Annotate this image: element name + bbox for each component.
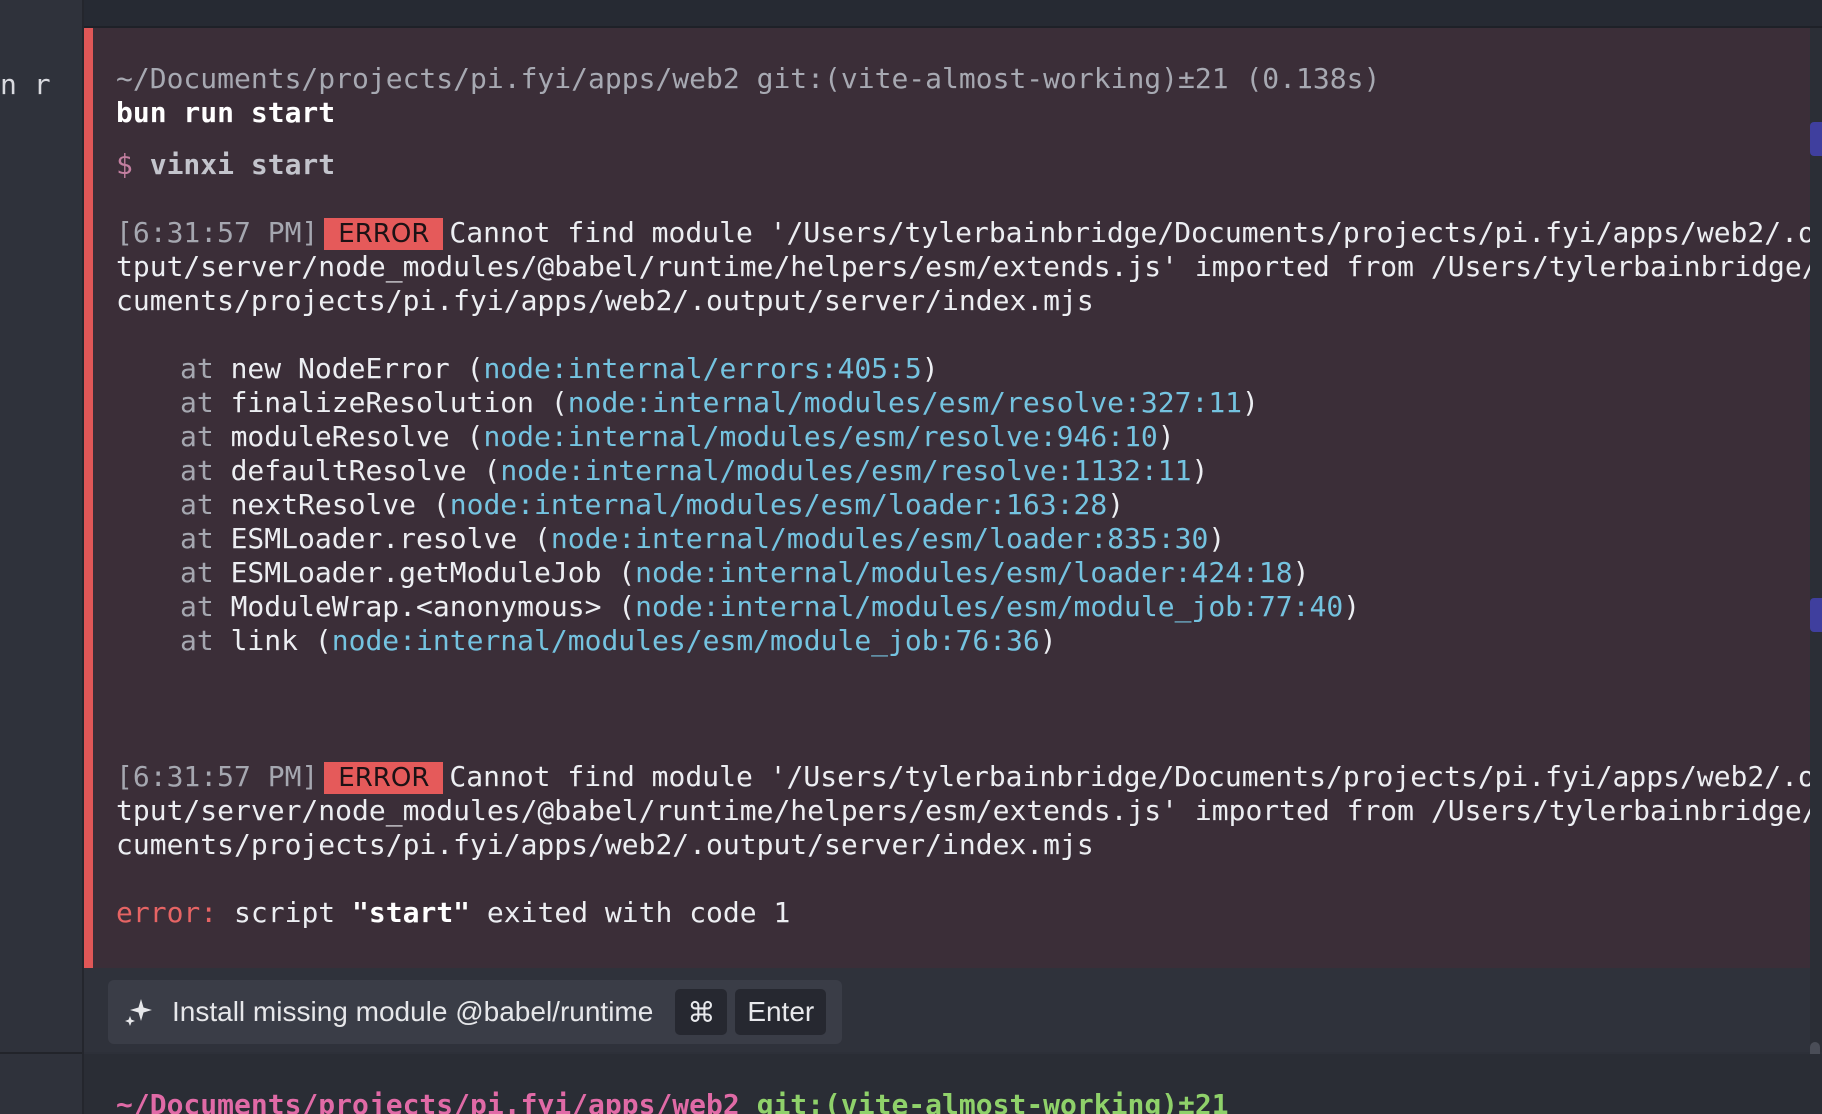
error-text-line: Cannot find module '/Users/tylerbainbrid… — [449, 216, 1822, 249]
exit-status-line: error: script "start" exited with code 1 — [116, 896, 791, 929]
stack-location-link[interactable]: node:internal/modules/esm/module_job:77:… — [635, 590, 1343, 623]
previous-block-edge — [84, 0, 1822, 28]
next-prompt-git: git:(vite-almost-working)±21 — [756, 1088, 1229, 1114]
next-prompt: ~/Documents/projects/pi.fyi/apps/web2 gi… — [116, 1088, 1229, 1114]
stack-location-link[interactable]: node:internal/errors:405:5 — [483, 352, 921, 385]
sparkle-icon — [125, 999, 152, 1026]
suggestion-bar: Install missing module @babel/runtime ⌘ … — [84, 968, 1810, 1052]
stack-location-link[interactable]: node:internal/modules/esm/resolve:327:11 — [568, 386, 1242, 419]
suggestion-label: Install missing module @babel/runtime — [172, 996, 654, 1027]
error-message: [6:31:57 PM] ERROR Cannot find module '/Us… — [116, 760, 1822, 862]
error-accent-bar — [84, 28, 93, 968]
left-pane: n r — [0, 0, 84, 1114]
next-prompt-path: ~/Documents/projects/pi.fyi/apps/web2 — [116, 1088, 740, 1114]
stack-frame: at finalizeResolution (node:internal/mod… — [180, 386, 1259, 419]
error-text-line: tput/server/node_modules/@babel/runtime/… — [116, 794, 1822, 827]
prompt-line: ~/Documents/projects/pi.fyi/apps/web2 gi… — [116, 62, 1381, 95]
stack-location-link[interactable]: node:internal/modules/esm/loader:835:30 — [551, 522, 1208, 555]
stack-location-link[interactable]: node:internal/modules/esm/loader:163:28 — [450, 488, 1107, 521]
left-pane-text: n r — [0, 68, 51, 101]
error-message: [6:31:57 PM] ERROR Cannot find module '/Us… — [116, 216, 1822, 318]
stack-frame: at ModuleWrap.<anonymous> (node:internal… — [180, 590, 1361, 623]
sub-command-line: $ vinxi start — [116, 148, 1790, 182]
install-suggestion-button[interactable]: Install missing module @babel/runtime ⌘ … — [108, 980, 843, 1044]
stack-location-link[interactable]: node:internal/modules/esm/resolve:1132:1… — [500, 454, 1191, 487]
error-text-line: cuments/projects/pi.fyi/apps/web2/.outpu… — [116, 284, 1094, 317]
command-block[interactable]: ~/Documents/projects/pi.fyi/apps/web2 gi… — [84, 28, 1822, 968]
error-timestamp: [6:31:57 PM] — [116, 760, 319, 793]
error-text-line: tput/server/node_modules/@babel/runtime/… — [116, 250, 1822, 283]
stack-frame: at defaultResolve (node:internal/modules… — [180, 454, 1209, 487]
stack-frame: at ESMLoader.resolve (node:internal/modu… — [180, 522, 1226, 555]
stack-frame: at new NodeError (node:internal/errors:4… — [180, 352, 939, 385]
command-key-icon: ⌘ — [675, 989, 728, 1035]
stack-frame: at link (node:internal/modules/esm/modul… — [180, 624, 1057, 657]
stack-location-link[interactable]: node:internal/modules/esm/loader:424:18 — [635, 556, 1292, 589]
block-marker[interactable] — [1810, 122, 1822, 156]
command-output: ~/Documents/projects/pi.fyi/apps/web2 gi… — [116, 62, 1822, 930]
stack-frame: at ESMLoader.getModuleJob (node:internal… — [180, 556, 1310, 589]
error-text-line: Cannot find module '/Users/tylerbainbrid… — [449, 760, 1822, 793]
script-name: "start" — [352, 896, 471, 929]
error-badge: ERROR — [324, 218, 444, 250]
scrollbar-track[interactable] — [1810, 28, 1822, 1080]
enter-key: Enter — [735, 989, 827, 1035]
stack-location-link[interactable]: node:internal/modules/esm/resolve:946:10 — [483, 420, 1157, 453]
error-badge: ERROR — [324, 762, 444, 794]
stack-trace: at new NodeError (node:internal/errors:4… — [116, 352, 1790, 658]
block-marker[interactable] — [1810, 598, 1822, 632]
left-pane-divider — [0, 1052, 82, 1054]
stack-frame: at nextResolve (node:internal/modules/es… — [180, 488, 1125, 521]
stack-frame: at moduleResolve (node:internal/modules/… — [180, 420, 1175, 453]
sub-command: vinxi start — [149, 148, 336, 181]
exit-error-label: error: — [116, 896, 218, 929]
dollar-sign: $ — [116, 148, 133, 181]
command-line: bun run start — [116, 96, 336, 129]
error-text-line: cuments/projects/pi.fyi/apps/web2/.outpu… — [116, 828, 1094, 861]
error-timestamp: [6:31:57 PM] — [116, 216, 319, 249]
next-command-block[interactable]: ~/Documents/projects/pi.fyi/apps/web2 gi… — [84, 1054, 1822, 1114]
stack-location-link[interactable]: node:internal/modules/esm/module_job:76:… — [332, 624, 1040, 657]
